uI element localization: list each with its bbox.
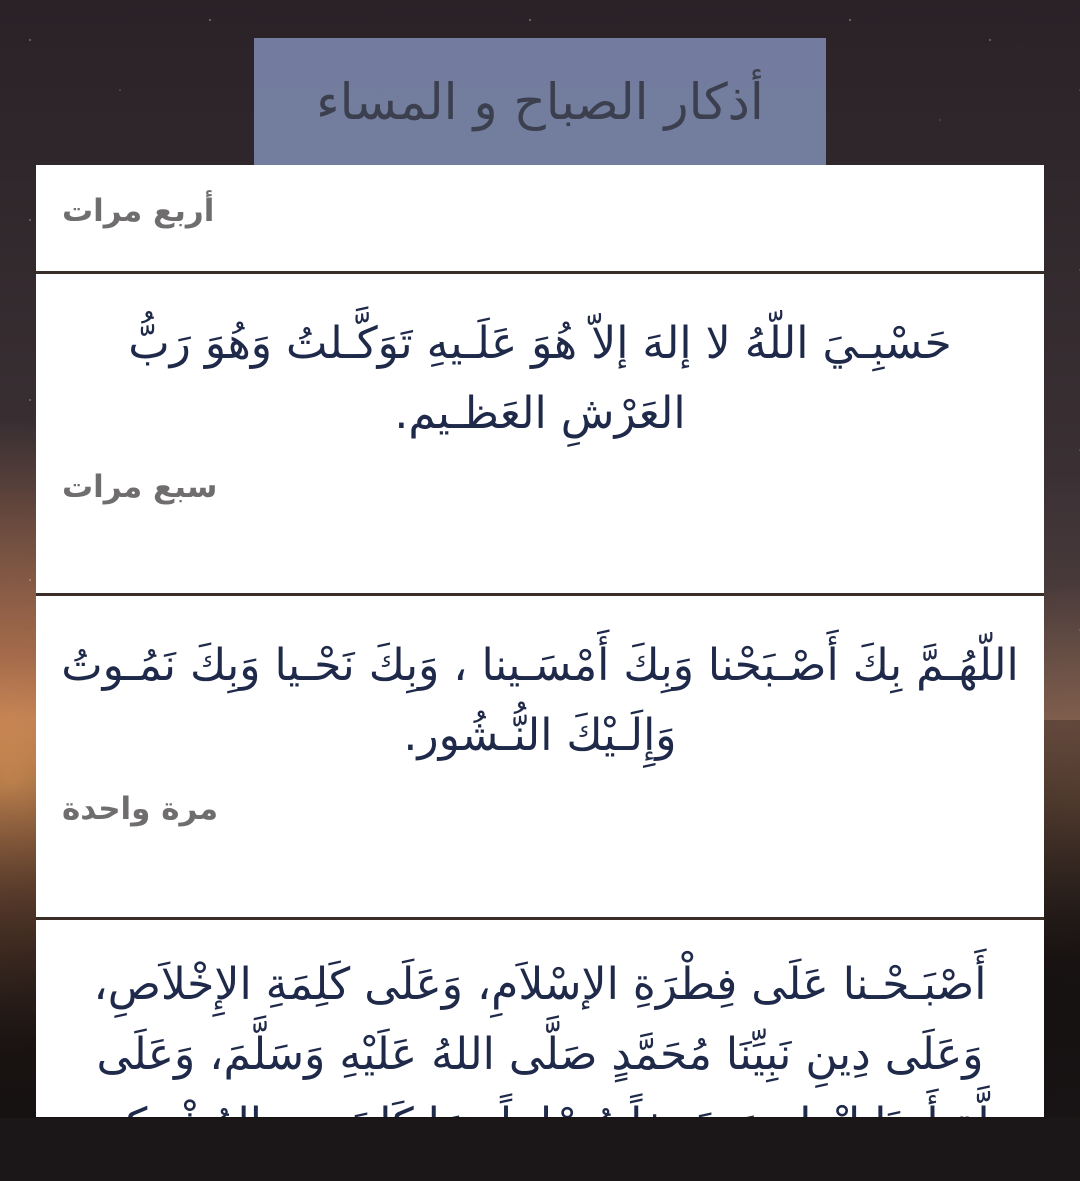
list-item: حَسْبِـيَ اللّهُ لا إلهَ إلاّ هُوَ عَلَـ…: [36, 274, 1044, 593]
bottom-bar: [0, 1118, 1080, 1181]
adhkar-list[interactable]: أربع مرات حَسْبِـيَ اللّهُ لا إلهَ إلاّ …: [36, 165, 1044, 1117]
repeat-count-label: أربع مرات: [62, 193, 215, 229]
page-title: أذكار الصباح و المساء: [316, 72, 764, 131]
repeat-count-row: سبع مرات: [36, 459, 1044, 593]
dhikr-text: أَصْبَـحْـنا عَلَى فِطْرَةِ الإسْلاَمِ، …: [66, 959, 1015, 1117]
repeat-count-label: سبع مرات: [62, 469, 218, 505]
list-item: أربع مرات: [36, 165, 1044, 271]
list-item: اللّهُـمَّ بِكَ أَصْـبَحْنا وَبِكَ أَمْس…: [36, 596, 1044, 917]
title-banner: أذكار الصباح و المساء: [254, 38, 826, 165]
dhikr-text: حَسْبِـيَ اللّهُ لا إلهَ إلاّ هُوَ عَلَـ…: [128, 318, 952, 439]
list-item: أَصْبَـحْـنا عَلَى فِطْرَةِ الإسْلاَمِ، …: [36, 920, 1044, 1117]
dhikr-text: اللّهُـمَّ بِكَ أَصْـبَحْنا وَبِكَ أَمْس…: [61, 640, 1019, 761]
repeat-count-label: مرة واحدة: [62, 791, 219, 827]
repeat-count-row: مرة واحدة: [36, 781, 1044, 917]
